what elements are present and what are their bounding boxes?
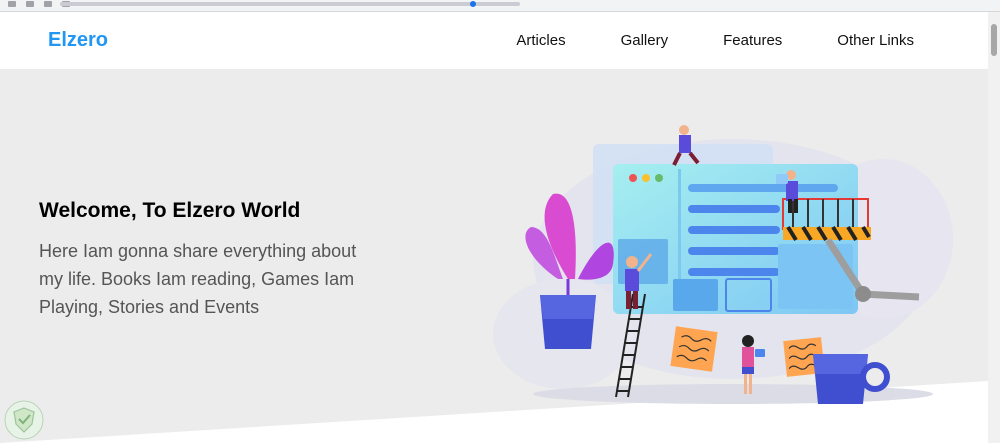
site-header: Elzero Articles Gallery Features Other L… [0,12,988,69]
extension-icon[interactable] [470,1,476,7]
nav-link-features[interactable]: Features [723,32,782,49]
address-bar[interactable] [60,2,520,6]
browser-window-illustration [493,125,953,404]
nav-link-gallery[interactable]: Gallery [621,32,669,49]
page-scrollbar[interactable] [988,12,1000,443]
landing-section: Welcome, To Elzero World Here Iam gonna … [0,69,988,443]
nav-link-articles[interactable]: Articles [516,32,565,49]
site-logo[interactable]: Elzero [48,29,108,52]
scrollbar-thumb[interactable] [991,24,997,56]
shield-badge-icon [4,400,44,440]
nav-link-other-links[interactable]: Other Links [837,32,914,49]
landing-description: Here Iam gonna share everything about my… [39,241,357,317]
landing-text: Welcome, To Elzero World Here Iam gonna … [39,199,379,321]
main-nav: Articles Gallery Features Other Links [461,12,914,69]
landing-title: Welcome, To Elzero World [39,199,301,222]
browser-toolbar-strip [0,0,1000,12]
